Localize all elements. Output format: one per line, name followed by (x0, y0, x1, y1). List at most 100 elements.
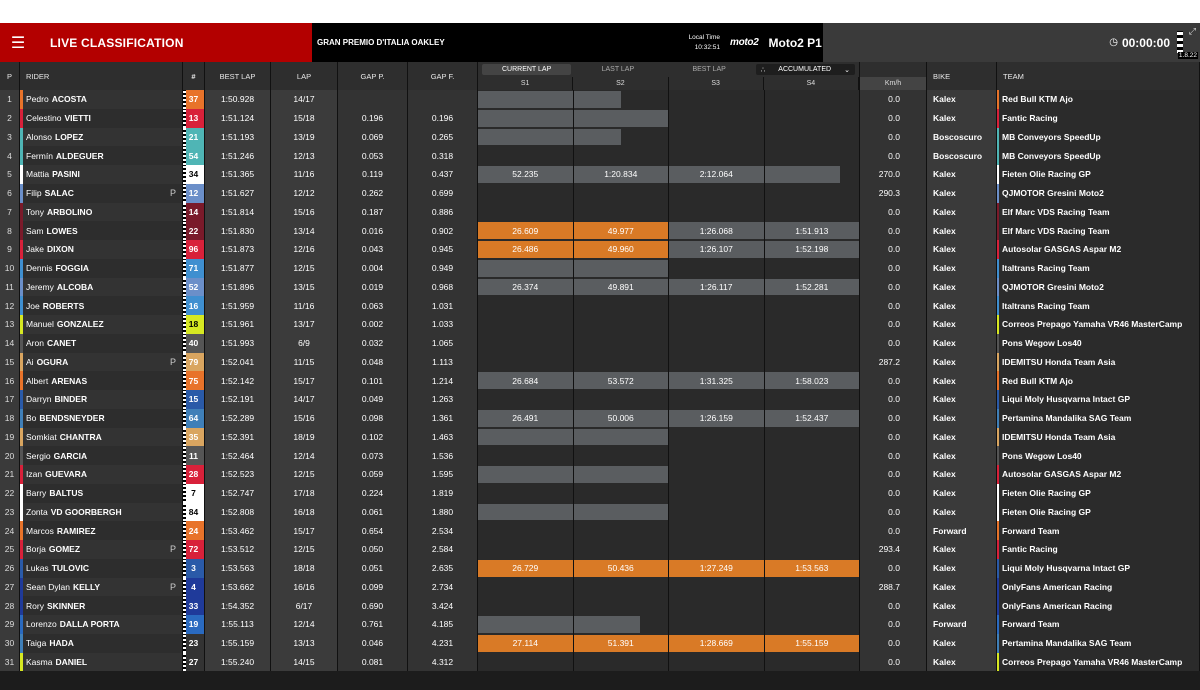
table-row[interactable]: 6 Filip SALAC P 12 1:51.627 12/12 0.262 0.699 290… (0, 183, 1200, 203)
table-row[interactable]: 21 Izan GUEVARA 28 1:52.523 12/15 0.059 1.595 0.… (0, 465, 1200, 484)
rider-cell[interactable]: Alonso LOPEZ (20, 127, 183, 147)
rider-number: 18 (183, 315, 205, 334)
table-row[interactable]: 16 Albert ARENAS 75 1:52.142 15/17 0.101 1.214 2… (0, 371, 1200, 390)
col-header-gap-first[interactable]: GAP F. (408, 62, 478, 90)
team-color-bar (997, 558, 999, 578)
table-row[interactable]: 30 Taiga HADA 23 1:55.159 13/13 0.046 4.231 27.1… (0, 633, 1200, 653)
rider-cell[interactable]: Somkiat CHANTRA (20, 427, 183, 447)
table-row[interactable]: 2 Celestino VIETTI 13 1:51.124 15/18 0.196 0.19… (0, 108, 1200, 128)
col-header-best-lap[interactable]: BEST LAP (205, 62, 271, 90)
table-row[interactable]: 31 Kasma DANIEL 27 1:55.240 14/15 0.081 4.312 0.… (0, 652, 1200, 672)
lap-cell: 18/18 (271, 558, 338, 578)
rider-cell[interactable]: Izan GUEVARA (20, 465, 183, 484)
sector-fill (573, 109, 668, 127)
table-row[interactable]: 13 Manuel GONZALEZ 18 1:51.961 13/17 0.002 1.03… (0, 315, 1200, 334)
col-header-lap[interactable]: LAP (271, 62, 338, 90)
sector-time: 1:28.669 (699, 638, 733, 649)
rider-cell[interactable]: Taiga HADA (20, 633, 183, 653)
rider-cell[interactable]: Tony ARBOLINO (20, 202, 183, 222)
sector-s3-cell (669, 502, 765, 522)
rider-cell[interactable]: Ai OGURA P (20, 352, 183, 372)
table-row[interactable]: 4 Fermín ALDEGUER 54 1:51.246 12/13 0.053 0.318… (0, 146, 1200, 165)
table-row[interactable]: 11 Jeremy ALCOBA 52 1:51.896 13/15 0.019 0.968 2… (0, 277, 1200, 297)
table-row[interactable]: 22 Barry BALTUS 7 1:52.747 17/18 0.224 1.819 0.0… (0, 483, 1200, 503)
gap-previous-cell: 0.032 (338, 333, 408, 353)
rider-cell[interactable]: Jeremy ALCOBA (20, 277, 183, 297)
table-row[interactable]: 14 Aron CANET 40 1:51.993 6/9 0.032 1.065 0.0 Kal… (0, 333, 1200, 353)
rider-cell[interactable]: Sam LOWES (20, 221, 183, 240)
hamburger-menu-icon[interactable]: ☰ (0, 23, 36, 62)
table-row[interactable]: 27 Sean Dylan KELLY P 4 1:53.662 16/16 0.099 2.7… (0, 577, 1200, 597)
rider-cell[interactable]: Sergio GARCIA (20, 446, 183, 465)
table-row[interactable]: 9 Jake DIXON 96 1:51.873 12/16 0.043 0.945 26.48… (0, 240, 1200, 259)
rider-cell[interactable]: Joe ROBERTS (20, 296, 183, 315)
table-row[interactable]: 24 Marcos RAMIREZ 24 1:53.462 15/17 0.654 2.534… (0, 521, 1200, 540)
table-row[interactable]: 10 Dennis FOGGIA 71 1:51.877 12/15 0.004 0.949 0… (0, 258, 1200, 278)
table-row[interactable]: 3 Alonso LOPEZ 21 1:51.193 13/19 0.069 0.265 0.0… (0, 127, 1200, 147)
table-row[interactable]: 8 Sam LOWES 22 1:51.830 13/14 0.016 0.902 26.609… (0, 221, 1200, 240)
table-row[interactable]: 12 Joe ROBERTS 16 1:51.959 11/16 0.063 1.031 0.0… (0, 296, 1200, 315)
table-row[interactable]: 29 Lorenzo DALLA PORTA 19 1:55.113 12/14 0.761… (0, 615, 1200, 634)
rider-cell[interactable]: Bo BENDSNEYDER (20, 408, 183, 428)
rider-first-name: Rory (26, 600, 44, 611)
mode-dropdown[interactable]: ∴ ACCUMULATED ⌄ (755, 64, 855, 75)
rider-cell[interactable]: Darryn BINDER (20, 390, 183, 409)
rider-cell[interactable]: Lukas TULOVIC (20, 558, 183, 578)
rider-cell[interactable]: Jake DIXON (20, 240, 183, 259)
sector-s3-cell: 1:26.117 (669, 277, 765, 297)
tab-current-lap[interactable]: CURRENT LAP (482, 64, 572, 75)
rider-cell[interactable]: Pedro ACOSTA (20, 90, 183, 109)
col-header-number[interactable]: # (183, 62, 205, 90)
rider-number: 28 (183, 465, 205, 484)
table-row[interactable]: 19 Somkiat CHANTRA 35 1:52.391 18/19 0.102 1.46… (0, 427, 1200, 447)
table-row[interactable]: 25 Borja GOMEZ P 72 1:53.512 12/15 0.050 2.584 29… (0, 540, 1200, 559)
col-header-gap-previous[interactable]: GAP P. (338, 62, 408, 90)
fullscreen-icon[interactable]: ⤢ (1189, 26, 1196, 37)
table-row[interactable]: 1 Pedro ACOSTA 37 1:50.928 14/17 0.0 Kalex Red B… (0, 90, 1200, 109)
speed-cell: 0.0 (860, 202, 927, 222)
position-cell: 11 (0, 277, 20, 297)
rider-cell[interactable]: Fermín ALDEGUER (20, 146, 183, 165)
position-cell: 7 (0, 202, 20, 222)
rider-cell[interactable]: Marcos RAMIREZ (20, 521, 183, 540)
sector-time: 1:26.107 (699, 244, 733, 255)
tab-last-lap[interactable]: LAST LAP (573, 64, 662, 75)
rider-cell[interactable]: Albert ARENAS (20, 371, 183, 390)
col-header-bike[interactable]: BIKE (927, 62, 997, 90)
rider-cell[interactable]: Lorenzo DALLA PORTA (20, 615, 183, 634)
rider-cell[interactable]: Sean Dylan KELLY P (20, 577, 183, 597)
rider-cell[interactable]: Zonta VD GOORBERGH (20, 502, 183, 522)
gap-previous-cell: 0.102 (338, 427, 408, 447)
table-row[interactable]: 15 Ai OGURA P 79 1:52.041 11/15 0.048 1.113 287.2… (0, 352, 1200, 372)
table-row[interactable]: 7 Tony ARBOLINO 14 1:51.814 15/16 0.187 0.886 0.… (0, 202, 1200, 222)
table-row[interactable]: 20 Sergio GARCIA 11 1:52.464 12/14 0.073 1.536 0… (0, 446, 1200, 465)
table-row[interactable]: 17 Darryn BINDER 15 1:52.191 14/17 0.049 1.263 0… (0, 390, 1200, 409)
sector-s3-cell (669, 108, 765, 128)
sector-fill (764, 466, 859, 483)
rider-cell[interactable]: Kasma DANIEL (20, 652, 183, 672)
rider-cell[interactable]: Manuel GONZALEZ (20, 315, 183, 334)
table-row[interactable]: 23 Zonta VD GOORBERGH 84 1:52.808 16/18 0.061 1… (0, 502, 1200, 522)
col-header-team[interactable]: TEAM (997, 62, 1200, 90)
rider-cell[interactable]: Celestino VIETTI (20, 108, 183, 128)
col-header-position[interactable]: P (0, 62, 20, 90)
rider-cell[interactable]: Dennis FOGGIA (20, 258, 183, 278)
rider-color-bar (20, 633, 23, 653)
table-row[interactable]: 18 Bo BENDSNEYDER 64 1:52.289 15/16 0.098 1.361… (0, 408, 1200, 428)
rider-cell[interactable]: Borja GOMEZ P (20, 540, 183, 559)
rider-last-name: ALDEGUER (55, 150, 104, 161)
rider-cell[interactable]: Barry BALTUS (20, 483, 183, 503)
col-header-rider[interactable]: RIDER (20, 62, 183, 90)
tab-best-lap[interactable]: BEST LAP (665, 64, 754, 75)
rider-cell[interactable]: Aron CANET (20, 333, 183, 353)
rider-cell[interactable]: Mattia PASINI (20, 165, 183, 184)
rider-cell[interactable]: Filip SALAC P (20, 183, 183, 203)
sector-fill (669, 147, 764, 164)
gap-first-cell: 0.318 (408, 146, 478, 165)
speed-cell: 0.0 (860, 333, 927, 353)
table-row[interactable]: 5 Mattia PASINI 34 1:51.365 11/16 0.119 0.437 52… (0, 165, 1200, 184)
table-row[interactable]: 26 Lukas TULOVIC 3 1:53.563 18/18 0.051 2.635 26… (0, 558, 1200, 578)
bike-name: Kalex (933, 413, 956, 424)
table-row[interactable]: 28 Rory SKINNER 33 1:54.352 6/17 0.690 3.424 0.0… (0, 596, 1200, 615)
rider-cell[interactable]: Rory SKINNER (20, 596, 183, 615)
